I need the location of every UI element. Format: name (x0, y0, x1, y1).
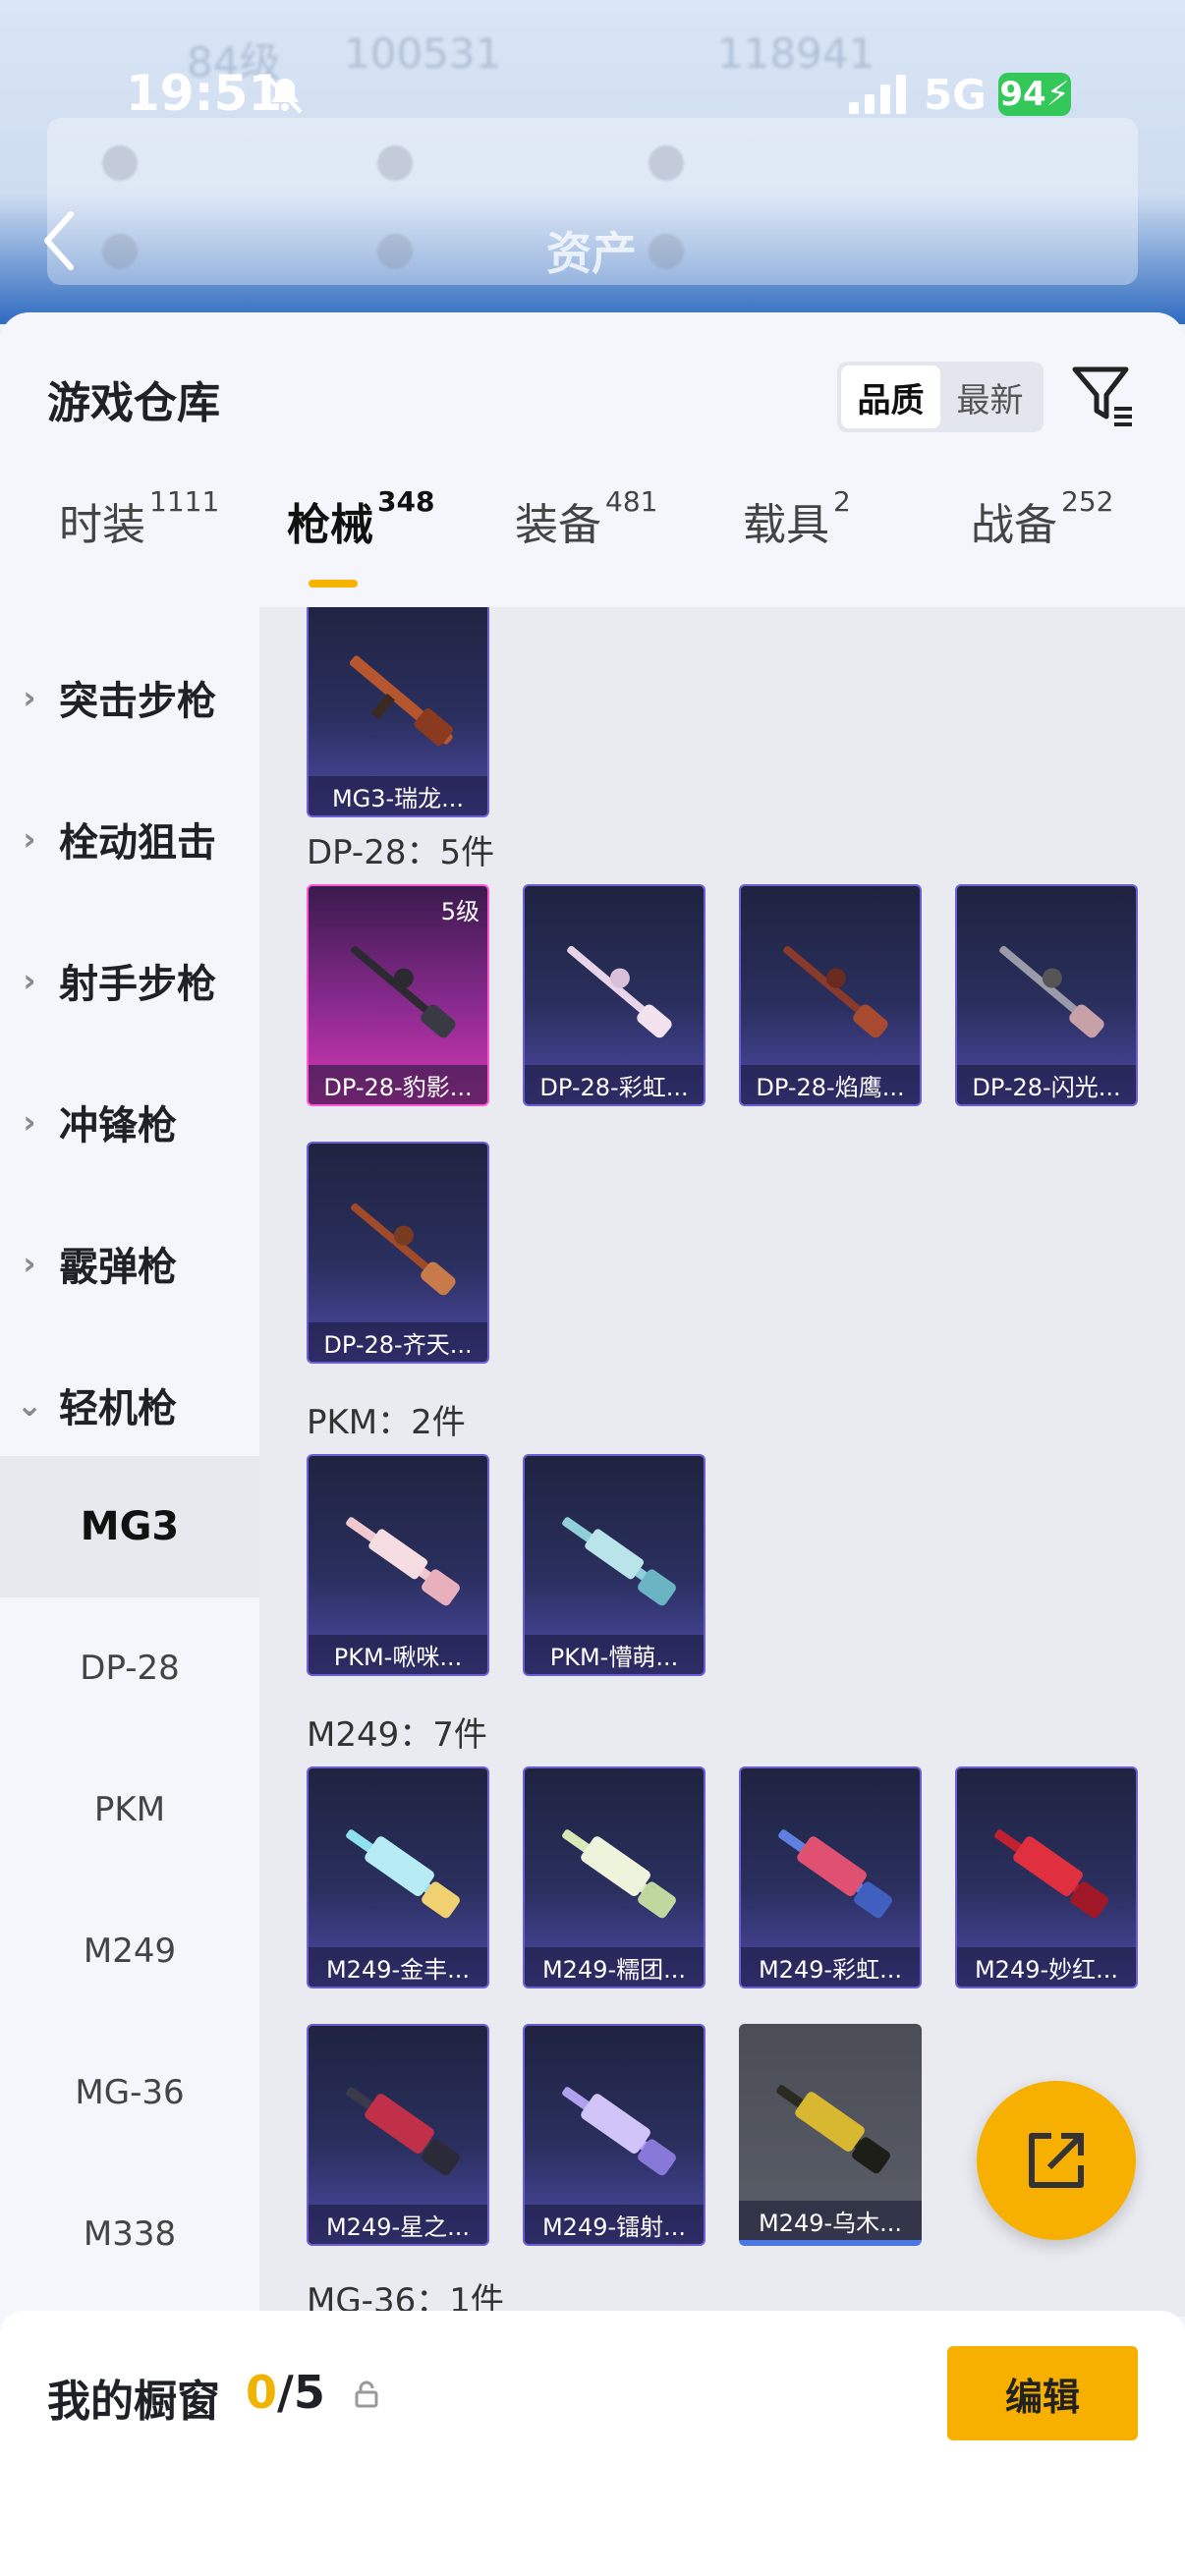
tab-guns[interactable]: 枪械 348 (287, 485, 434, 552)
gun-icon (349, 655, 454, 747)
weapon-card[interactable]: M249-乌木... (739, 2024, 922, 2246)
category-assault-rifle[interactable]: › 突击步枪 (0, 658, 259, 737)
tab-combat-gear[interactable]: 战备 252 (971, 485, 1113, 552)
filter-icon[interactable] (1069, 360, 1138, 428)
group-title-pkm: PKM：2件 (307, 1403, 466, 1442)
sort-toggle: 品质 最新 (837, 362, 1044, 432)
weapon-name: M249-乌木... (739, 2201, 922, 2240)
chevron-right-icon: › (23, 1245, 36, 1282)
weapon-name: DP-28-齐天... (309, 1322, 487, 1362)
sub-m338[interactable]: M338 (0, 2163, 259, 2305)
showcase-count: 0/5 (246, 2366, 325, 2419)
weapon-name: MG3-瑞龙... (309, 776, 487, 815)
gun-icon (783, 945, 888, 1038)
weapon-card[interactable]: M249-镭射... (523, 2024, 705, 2246)
weapon-name: M249-星之... (309, 2205, 487, 2244)
gun-icon (346, 1829, 460, 1919)
tab-equipment[interactable]: 装备 481 (515, 485, 657, 552)
chevron-right-icon: › (23, 820, 36, 858)
signal-icon (849, 75, 906, 114)
weapon-card[interactable]: M249-妙红... (955, 1766, 1138, 1988)
gun-icon (999, 945, 1104, 1038)
status-time: 19:51 (126, 65, 283, 122)
category-lmg[interactable]: ⌄ 轻机枪 (0, 1366, 259, 1444)
share-button[interactable] (977, 2081, 1136, 2240)
weapon-card[interactable]: M249-彩虹... (739, 1766, 922, 1988)
gun-icon (778, 1829, 892, 1919)
gun-icon (562, 1517, 676, 1606)
sheet-header: 游戏仓库 品质 最新 时装 1111 枪械 348 装备 481 载具 2 战备 252 (0, 312, 1185, 607)
weapon-name: DP-28-焰鹰... (741, 1065, 920, 1104)
weapon-card[interactable]: PKM-懵萌... (523, 1454, 705, 1676)
weapon-name: DP-28-彩虹... (525, 1065, 704, 1104)
mute-bell-icon (267, 77, 303, 114)
weapon-list: MG3-瑞龙... DP-28：5件 5级 DP-28-豹影... DP-28-… (259, 607, 1185, 2317)
gun-icon (346, 2087, 460, 2176)
weapon-name: M249-妙红... (957, 1947, 1136, 1987)
weapon-name: M249-金丰... (309, 1947, 487, 1987)
weapon-card[interactable]: MG3-瑞龙... (307, 607, 489, 817)
category-tabs: 时装 1111 枪械 348 装备 481 载具 2 战备 252 (0, 485, 1185, 597)
category-shotgun[interactable]: › 霰弹枪 (0, 1224, 259, 1303)
showcase-bar: 我的橱窗 0/5 编辑 (0, 2311, 1185, 2576)
gun-icon (562, 2087, 676, 2176)
gun-icon (351, 945, 456, 1038)
sort-quality[interactable]: 品质 (841, 365, 940, 428)
gun-icon (562, 1829, 676, 1919)
chevron-down-icon: ⌄ (16, 1386, 43, 1424)
chevron-right-icon: › (23, 679, 36, 716)
sub-mg36[interactable]: MG-36 (0, 2022, 259, 2163)
weapon-card[interactable]: PKM-啾咪... (307, 1454, 489, 1676)
sub-mg3[interactable]: MG3 (0, 1456, 259, 1597)
weapon-name: M249-糯团... (525, 1947, 704, 1987)
weapon-category-nav: › 突击步枪 › 栓动狙击 › 射手步枪 › 冲锋枪 › 霰弹枪 ⌄ 轻机枪 MG3 DP-… (0, 607, 259, 2317)
weapon-name: DP-28-豹影... (309, 1065, 487, 1104)
gun-icon (351, 1203, 456, 1296)
back-arrow-icon[interactable] (39, 206, 79, 275)
weapon-name: PKM-啾咪... (309, 1635, 487, 1674)
weapon-name: DP-28-闪光... (957, 1065, 1136, 1104)
group-title-m249: M249：7件 (307, 1715, 487, 1755)
battery-indicator: 94 ⚡ (998, 73, 1071, 116)
category-bolt-sniper[interactable]: › 栓动狙击 (0, 800, 259, 878)
weapon-card[interactable]: M249-糯团... (523, 1766, 705, 1988)
sub-dp28[interactable]: DP-28 (0, 1597, 259, 1739)
weapon-name: M249-镭射... (525, 2205, 704, 2244)
sheet-title: 游戏仓库 (47, 378, 220, 428)
weapon-name: PKM-懵萌... (525, 1635, 704, 1674)
weapon-card[interactable]: M249-星之... (307, 2024, 489, 2246)
sort-newest[interactable]: 最新 (940, 365, 1040, 428)
network-type: 5G (924, 71, 987, 119)
weapon-card[interactable]: 5级 DP-28-豹影... (307, 884, 489, 1106)
gun-icon (776, 2085, 890, 2174)
tab-fashion[interactable]: 时装 1111 (59, 485, 219, 552)
gun-icon (994, 1829, 1108, 1919)
weapon-card[interactable]: DP-28-彩虹... (523, 884, 705, 1106)
edit-button[interactable]: 编辑 (947, 2346, 1138, 2440)
warehouse-sheet: 游戏仓库 品质 最新 时装 1111 枪械 348 装备 481 载具 2 战备 252 … (0, 312, 1185, 2576)
category-marksman-rifle[interactable]: › 射手步枪 (0, 941, 259, 1020)
sub-m249[interactable]: M249 (0, 1880, 259, 2022)
showcase-label: 我的橱窗 (47, 2377, 220, 2427)
gun-icon (346, 1517, 460, 1606)
external-link-icon (1029, 2133, 1084, 2188)
weapon-name: M249-彩虹... (741, 1947, 920, 1987)
page-title: 资产 (546, 227, 637, 280)
sub-pkm[interactable]: PKM (0, 1739, 259, 1880)
chevron-right-icon: › (23, 1103, 36, 1141)
chevron-right-icon: › (23, 962, 36, 999)
weapon-card[interactable]: DP-28-闪光... (955, 884, 1138, 1106)
tab-vehicles[interactable]: 载具 2 (743, 485, 851, 552)
active-tab-indicator (309, 580, 358, 588)
lock-icon (355, 2380, 378, 2408)
weapon-card[interactable]: DP-28-焰鹰... (739, 884, 922, 1106)
group-title-dp28: DP-28：5件 (307, 833, 495, 872)
weapon-card[interactable]: M249-金丰... (307, 1766, 489, 1988)
gun-icon (567, 945, 672, 1038)
category-smg[interactable]: › 冲锋枪 (0, 1083, 259, 1161)
weapon-card[interactable]: DP-28-齐天... (307, 1142, 489, 1364)
